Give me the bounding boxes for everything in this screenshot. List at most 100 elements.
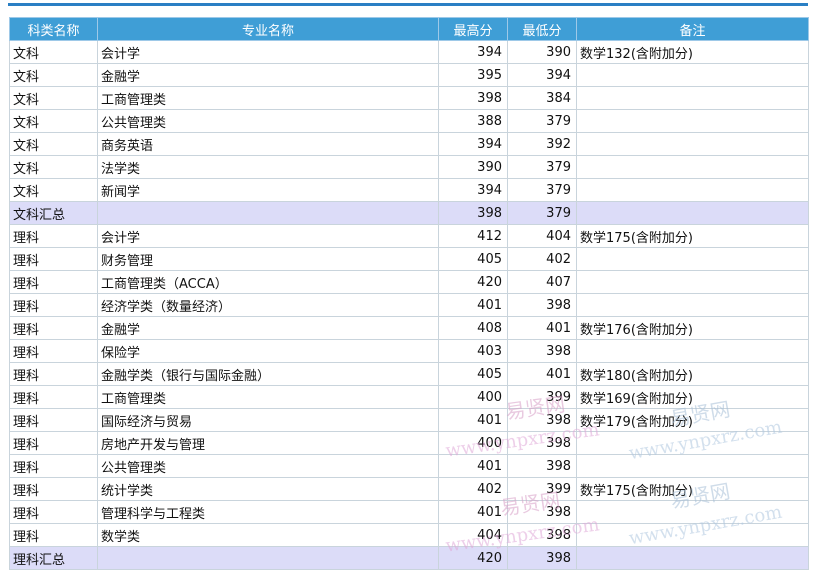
cell-category: 理科 [9,454,98,478]
cell-note [576,431,809,455]
cell-min-score: 398 [507,523,577,547]
cell-min-score: 401 [507,362,577,386]
table-row: 文科 金融学 395 394 [9,63,809,87]
cell-major: 新闻学 [97,178,439,202]
cell-note [576,500,809,524]
cell-max-score: 398 [438,86,508,110]
cell-category: 理科 [9,316,98,340]
cell-note: 数学175(含附加分) [576,477,809,501]
cell-min-score: 398 [507,293,577,317]
cell-category: 理科 [9,500,98,524]
cell-note [576,178,809,202]
cell-category: 文科 [9,132,98,156]
table-row: 理科 数学类 404 398 [9,523,809,547]
cell-max-score: 394 [438,178,508,202]
cell-min-score: 394 [507,63,577,87]
cell-major: 工商管理类 [97,385,439,409]
cell-major [97,546,439,570]
summary-row: 文科汇总 398 379 [9,201,809,225]
cell-min-score: 392 [507,132,577,156]
cell-category: 理科 [9,339,98,363]
table-row: 理科 国际经济与贸易 401 398 数学179(含附加分) [9,408,809,432]
cell-min-score: 402 [507,247,577,271]
cell-max-score: 401 [438,293,508,317]
cell-note [576,201,809,225]
cell-category: 理科 [9,431,98,455]
cell-major: 管理科学与工程类 [97,500,439,524]
table-row: 理科 工商管理类（ACCA） 420 407 [9,270,809,294]
cell-major: 商务英语 [97,132,439,156]
cell-min-score: 398 [507,339,577,363]
cell-min-score: 401 [507,316,577,340]
cell-major: 会计学 [97,224,439,248]
cell-major: 国际经济与贸易 [97,408,439,432]
cell-max-score: 395 [438,63,508,87]
table-row: 理科 保险学 403 398 [9,339,809,363]
cell-max-score: 401 [438,500,508,524]
cell-major: 金融学 [97,63,439,87]
cell-category: 文科 [9,109,98,133]
cell-major: 经济学类（数量经济） [97,293,439,317]
cell-note [576,523,809,547]
cell-max-score: 394 [438,40,508,64]
cell-category: 理科 [9,293,98,317]
page: 科类名称 专业名称 最高分 最低分 备注 文科 会计学 394 390 数学132(含附… [0,0,813,579]
cell-major: 房地产开发与管理 [97,431,439,455]
cell-note: 数学175(含附加分) [576,224,809,248]
cell-min-score: 398 [507,431,577,455]
header-min-score: 最低分 [507,17,577,41]
cell-category: 理科 [9,385,98,409]
cell-note [576,63,809,87]
cell-max-score: 420 [438,270,508,294]
table-row: 理科 经济学类（数量经济） 401 398 [9,293,809,317]
cell-category: 理科 [9,362,98,386]
cell-major: 法学类 [97,155,439,179]
cell-note [576,155,809,179]
header-max-score: 最高分 [438,17,508,41]
cell-min-score: 398 [507,408,577,432]
cell-note [576,546,809,570]
table-row: 理科 财务管理 405 402 [9,247,809,271]
cell-category: 理科 [9,270,98,294]
cell-max-score: 403 [438,339,508,363]
cell-note: 数学176(含附加分) [576,316,809,340]
cell-category: 理科 [9,224,98,248]
cell-major: 公共管理类 [97,109,439,133]
table-row: 理科 工商管理类 400 399 数学169(含附加分) [9,385,809,409]
cell-major: 会计学 [97,40,439,64]
cell-category: 理科汇总 [9,546,98,570]
cell-min-score: 404 [507,224,577,248]
top-rule [8,3,808,6]
cell-note [576,454,809,478]
cell-major: 工商管理类 [97,86,439,110]
cell-note [576,109,809,133]
cell-max-score: 401 [438,408,508,432]
cell-note [576,86,809,110]
cell-min-score: 399 [507,385,577,409]
cell-note [576,270,809,294]
cell-min-score: 384 [507,86,577,110]
cell-category: 文科 [9,178,98,202]
table-row: 文科 新闻学 394 379 [9,178,809,202]
cell-category: 文科 [9,63,98,87]
cell-major [97,201,439,225]
cell-major: 统计学类 [97,477,439,501]
cell-min-score: 398 [507,454,577,478]
table-row: 理科 管理科学与工程类 401 398 [9,500,809,524]
table-row: 理科 公共管理类 401 398 [9,454,809,478]
cell-min-score: 407 [507,270,577,294]
table-row: 理科 房地产开发与管理 400 398 [9,431,809,455]
cell-min-score: 399 [507,477,577,501]
table-row: 文科 公共管理类 388 379 [9,109,809,133]
cell-major: 数学类 [97,523,439,547]
cell-min-score: 379 [507,109,577,133]
cell-max-score: 398 [438,201,508,225]
cell-category: 文科 [9,40,98,64]
table-row: 文科 会计学 394 390 数学132(含附加分) [9,40,809,64]
cell-min-score: 390 [507,40,577,64]
cell-category: 文科 [9,86,98,110]
cell-max-score: 394 [438,132,508,156]
cell-major: 金融学 [97,316,439,340]
cell-max-score: 390 [438,155,508,179]
cell-min-score: 398 [507,500,577,524]
